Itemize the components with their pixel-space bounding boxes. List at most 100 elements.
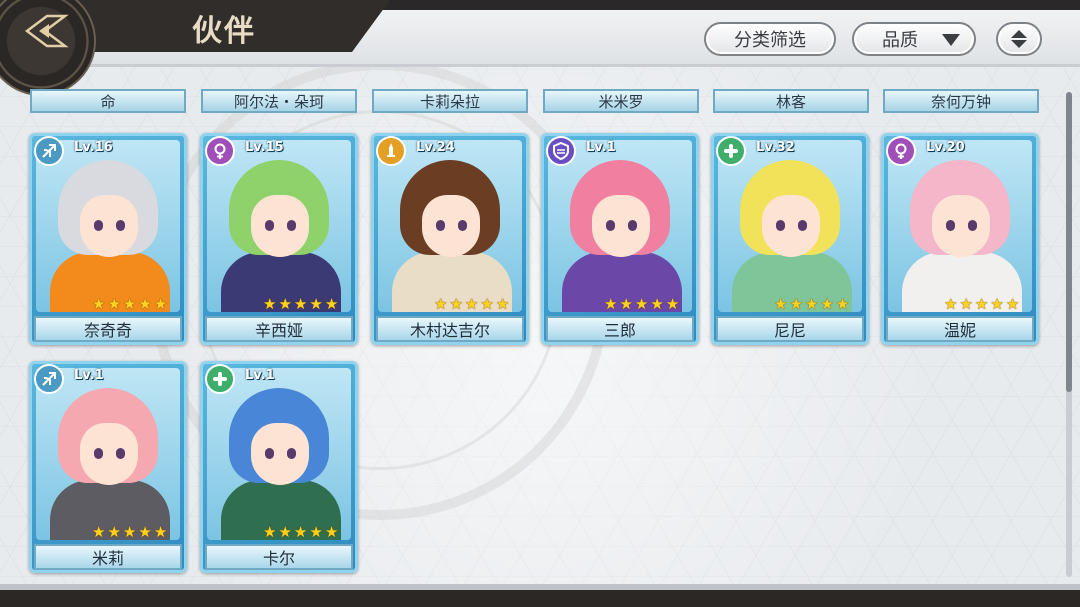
partner-tab-1[interactable]: 阿尔法・朵珂 bbox=[201, 89, 357, 113]
quality-dropdown-label: 品质 bbox=[882, 30, 918, 51]
partner-tab-2[interactable]: 卡莉朵拉 bbox=[372, 89, 528, 113]
partner-portrait bbox=[207, 140, 351, 312]
star-rating: ★ ★ ★ ★ ★ bbox=[944, 296, 1019, 312]
scrollbar[interactable] bbox=[1066, 92, 1072, 577]
partner-level: Lv.1 bbox=[586, 140, 616, 155]
partner-tab-3[interactable]: 米米罗 bbox=[543, 89, 699, 113]
bow-icon bbox=[34, 136, 64, 166]
partner-portrait bbox=[36, 368, 180, 540]
partner-card[interactable]: Lv.16 ★ ★ ★ ★ ★ 奈奇奇 bbox=[29, 133, 187, 345]
star-icon: ★ bbox=[138, 523, 152, 541]
star-icon: ★ bbox=[434, 295, 448, 313]
partner-portrait bbox=[378, 140, 522, 312]
star-icon: ★ bbox=[464, 295, 479, 313]
star-icon: ★ bbox=[263, 523, 277, 541]
quality-sort-dropdown[interactable]: 品质 bbox=[852, 22, 976, 56]
partner-portrait bbox=[36, 140, 180, 312]
star-icon: ★ bbox=[309, 295, 323, 313]
partner-tab-5[interactable]: 奈何万钟 bbox=[883, 89, 1039, 113]
star-rating: ★ ★ ★ ★ ★ bbox=[434, 296, 509, 312]
star-icon: ★ bbox=[804, 295, 819, 313]
star-icon: ★ bbox=[92, 523, 106, 541]
star-icon: ★ bbox=[309, 523, 323, 541]
star-icon: ★ bbox=[92, 295, 106, 313]
star-rating: ★ ★ ★ ★ ★ bbox=[263, 296, 338, 312]
caret-down-icon bbox=[942, 34, 960, 46]
back-arrow-icon bbox=[24, 14, 69, 48]
star-icon: ★ bbox=[153, 523, 168, 541]
star-icon: ★ bbox=[107, 523, 121, 541]
star-icon: ★ bbox=[495, 295, 510, 313]
partner-level: Lv.15 bbox=[245, 140, 284, 155]
star-icon: ★ bbox=[122, 523, 137, 541]
venus-icon bbox=[886, 136, 916, 166]
star-icon: ★ bbox=[665, 295, 680, 313]
star-icon: ★ bbox=[959, 295, 973, 313]
star-icon: ★ bbox=[449, 295, 463, 313]
star-rating: ★ ★ ★ ★ ★ bbox=[92, 524, 167, 540]
back-button[interactable] bbox=[22, 12, 70, 50]
partner-level: Lv.24 bbox=[416, 140, 455, 155]
shield-icon bbox=[546, 136, 576, 166]
filter-button[interactable]: 分类筛选 bbox=[704, 22, 836, 56]
partner-card[interactable]: Lv.20 ★ ★ ★ ★ ★ 温妮 bbox=[881, 133, 1039, 345]
partner-name: 辛西娅 bbox=[205, 316, 353, 342]
star-rating: ★ ★ ★ ★ ★ bbox=[92, 296, 167, 312]
partner-name: 三郎 bbox=[546, 316, 694, 342]
star-icon: ★ bbox=[324, 295, 339, 313]
star-icon: ★ bbox=[789, 295, 803, 313]
star-rating: ★ ★ ★ ★ ★ bbox=[263, 524, 338, 540]
partner-portrait bbox=[207, 368, 351, 540]
star-icon: ★ bbox=[153, 295, 168, 313]
clover-icon bbox=[205, 364, 235, 394]
partner-portrait bbox=[718, 140, 862, 312]
star-icon: ★ bbox=[990, 295, 1004, 313]
star-icon: ★ bbox=[107, 295, 121, 313]
star-icon: ★ bbox=[835, 295, 850, 313]
star-rating: ★ ★ ★ ★ ★ bbox=[604, 296, 679, 312]
scrollbar-thumb[interactable] bbox=[1066, 92, 1072, 392]
sword-icon bbox=[376, 136, 406, 166]
partner-name: 温妮 bbox=[886, 316, 1034, 342]
star-icon: ★ bbox=[944, 295, 958, 313]
partner-portrait bbox=[888, 140, 1032, 312]
star-icon: ★ bbox=[324, 523, 339, 541]
partner-name: 米莉 bbox=[34, 544, 182, 570]
partner-level: Lv.16 bbox=[74, 140, 113, 155]
star-icon: ★ bbox=[278, 523, 292, 541]
partner-card[interactable]: Lv.32 ★ ★ ★ ★ ★ 尼尼 bbox=[711, 133, 869, 345]
partner-level: Lv.1 bbox=[245, 368, 275, 383]
star-icon: ★ bbox=[604, 295, 618, 313]
partner-card[interactable]: Lv.24 ★ ★ ★ ★ ★ 木村达吉尔 bbox=[371, 133, 529, 345]
partner-card[interactable]: Lv.1 ★ ★ ★ ★ ★ 三郎 bbox=[541, 133, 699, 345]
star-icon: ★ bbox=[974, 295, 989, 313]
star-icon: ★ bbox=[278, 295, 292, 313]
partner-name: 卡尔 bbox=[205, 544, 353, 570]
partner-tab-4[interactable]: 林客 bbox=[713, 89, 869, 113]
partner-name: 尼尼 bbox=[716, 316, 864, 342]
clover-icon bbox=[716, 136, 746, 166]
partner-name: 木村达吉尔 bbox=[376, 316, 524, 342]
partner-level: Lv.32 bbox=[756, 140, 795, 155]
partner-level: Lv.20 bbox=[926, 140, 965, 155]
star-icon: ★ bbox=[634, 295, 649, 313]
sort-updown-icon bbox=[1011, 30, 1027, 48]
filter-button-label: 分类筛选 bbox=[734, 30, 806, 51]
partner-tab-0[interactable]: 命 bbox=[30, 89, 186, 113]
partner-card[interactable]: Lv.1 ★ ★ ★ ★ ★ 米莉 bbox=[29, 361, 187, 573]
star-icon: ★ bbox=[619, 295, 633, 313]
star-icon: ★ bbox=[293, 523, 308, 541]
partner-card[interactable]: Lv.15 ★ ★ ★ ★ ★ 辛西娅 bbox=[200, 133, 358, 345]
partner-card[interactable]: Lv.1 ★ ★ ★ ★ ★ 卡尔 bbox=[200, 361, 358, 573]
star-icon: ★ bbox=[263, 295, 277, 313]
page-title: 伙伴 bbox=[192, 14, 256, 49]
star-icon: ★ bbox=[1005, 295, 1020, 313]
star-icon: ★ bbox=[650, 295, 664, 313]
star-icon: ★ bbox=[480, 295, 494, 313]
partner-name: 奈奇奇 bbox=[34, 316, 182, 342]
sort-order-button[interactable] bbox=[996, 22, 1042, 56]
bottom-edge bbox=[0, 590, 1080, 607]
partner-portrait bbox=[548, 140, 692, 312]
star-icon: ★ bbox=[138, 295, 152, 313]
star-icon: ★ bbox=[293, 295, 308, 313]
